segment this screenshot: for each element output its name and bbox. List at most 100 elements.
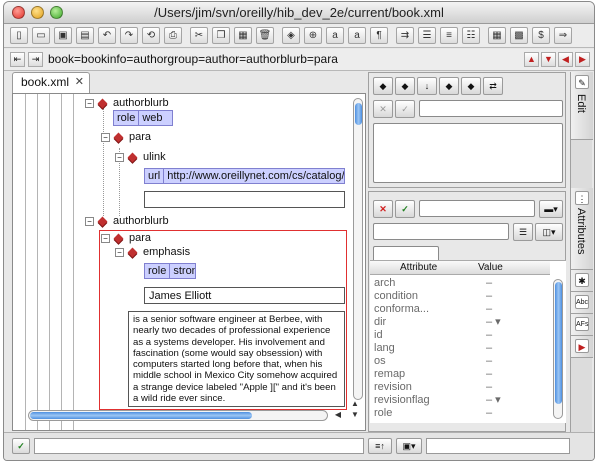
paragraph-icon[interactable]: ¶ [370, 27, 388, 44]
scroll-down-icon[interactable]: ▼ [350, 410, 360, 420]
validate-icon[interactable]: ⇒ [554, 27, 572, 44]
insert-char-icon[interactable]: a [348, 27, 366, 44]
attribute-table-row[interactable]: remap – [370, 368, 550, 381]
tree-node-ulink[interactable]: − ulink [115, 150, 166, 164]
attribute-type-dropdown[interactable]: ▬▾ [539, 200, 563, 218]
collapse-toggle-icon[interactable]: − [115, 247, 124, 257]
tab-book-xml[interactable]: book.xml ✕ [12, 72, 90, 93]
attribute-value[interactable]: – [486, 368, 492, 381]
change-icon[interactable]: a [326, 27, 344, 44]
element-path[interactable]: book=bookinfo=authorgroup=author=authorb… [48, 52, 338, 66]
attribute-value[interactable]: – ▾ [486, 316, 501, 329]
collapse-toggle-icon[interactable]: − [115, 152, 124, 162]
image-icon[interactable]: ▩ [510, 27, 528, 44]
collapse-toggle-icon[interactable]: − [101, 233, 110, 243]
tree-node-authorblurb[interactable]: − authorblurb [85, 214, 169, 228]
new-icon[interactable]: ▯ [10, 27, 28, 44]
sort-order-icon[interactable]: ≡↑ [368, 438, 392, 454]
tree-node-emphasis[interactable]: − emphasis [115, 245, 190, 259]
revert-icon[interactable]: ⟲ [142, 27, 160, 44]
redo-icon[interactable]: ↷ [120, 27, 138, 44]
attribute-value[interactable]: – [486, 355, 492, 368]
wrap-element-icon[interactable]: ◆ [461, 77, 481, 95]
attribute-table-row[interactable]: condition – [370, 290, 550, 303]
attribute-value[interactable]: – [486, 407, 492, 420]
attribute-table-row[interactable]: os – [370, 355, 550, 368]
join-icon[interactable]: ⊕ [304, 27, 322, 44]
attribute-role[interactable]: rolestrong [144, 263, 196, 279]
attribute-value[interactable]: – [486, 277, 492, 290]
checklist-icon[interactable]: ☷ [462, 27, 480, 44]
insert-after-icon[interactable]: ◆ [395, 77, 415, 95]
tab-edit[interactable]: ✎ Edit [571, 72, 593, 140]
attribute-table-row[interactable]: dir – ▾ [370, 316, 550, 329]
cancel-edit-icon[interactable]: ✕ [373, 100, 393, 118]
tree-node-authorblurb[interactable]: − authorblurb [85, 96, 169, 110]
attribute-value[interactable]: – [486, 290, 492, 303]
scroll-left-icon[interactable]: ◀ [333, 410, 343, 420]
insert-child-icon[interactable]: ◆ [439, 77, 459, 95]
tab-validation[interactable]: ▶ [571, 336, 593, 358]
tab-elements[interactable]: ✱ [571, 270, 593, 292]
ulink-text-field[interactable] [144, 191, 345, 208]
collapse-toggle-icon[interactable]: − [101, 132, 110, 142]
attribute-value[interactable]: http://www.oreillynet.com/cs/catalog/vie [164, 169, 344, 183]
spellcheck-icon[interactable]: $ [532, 27, 550, 44]
attribute-table-row[interactable]: arch – [370, 277, 550, 290]
close-tab-icon[interactable]: ✕ [75, 73, 84, 92]
scroll-up-icon[interactable]: ▲ [350, 399, 360, 409]
copy-icon[interactable]: ❐ [212, 27, 230, 44]
path-back-icon[interactable]: ⇤ [10, 52, 25, 67]
attribute-value[interactable]: strong [170, 264, 195, 278]
table-icon[interactable]: ▦ [488, 27, 506, 44]
tree-node-para[interactable]: − para [101, 130, 151, 144]
edit-name-field[interactable] [419, 100, 563, 117]
indent-icon[interactable]: ⇉ [396, 27, 414, 44]
zoom-window-button[interactable] [50, 6, 63, 19]
attribute-role[interactable]: role web [113, 110, 173, 126]
attributes-vertical-scrollbar[interactable] [553, 279, 563, 419]
undo-icon[interactable]: ↶ [98, 27, 116, 44]
cut-icon[interactable]: ✂ [190, 27, 208, 44]
print-icon[interactable]: ⎙ [164, 27, 182, 44]
confirm-edit-icon[interactable]: ✓ [395, 100, 415, 118]
attribute-value[interactable]: – ▾ [486, 394, 501, 407]
attribute-table-row[interactable]: revision – [370, 381, 550, 394]
tab-attributes[interactable]: ⋮ Attributes [571, 188, 593, 270]
bullet-list-icon[interactable]: ☰ [418, 27, 436, 44]
delete-icon[interactable]: 🗑 [256, 27, 274, 44]
save-icon[interactable]: ▣ [54, 27, 72, 44]
attribute-value[interactable]: – [486, 303, 492, 316]
column-header-value[interactable]: Value [478, 261, 503, 275]
path-down-icon[interactable]: ▼ [541, 52, 556, 67]
remove-attribute-icon[interactable]: ✕ [373, 200, 393, 218]
split-icon[interactable]: ◈ [282, 27, 300, 44]
para-text-field[interactable]: is a senior software engineer at Berbee,… [128, 311, 345, 407]
apply-attribute-icon[interactable]: ✓ [395, 200, 415, 218]
tab-find[interactable]: AFs [571, 314, 593, 336]
editor-horizontal-scrollbar[interactable] [28, 410, 328, 421]
numbered-list-icon[interactable]: ≡ [440, 27, 458, 44]
edit-list[interactable] [373, 123, 563, 183]
attribute-value[interactable]: web [139, 111, 165, 125]
editor-vertical-scrollbar[interactable] [353, 98, 363, 400]
move-down-icon[interactable]: ↓ [417, 77, 437, 95]
scrollbar-thumb[interactable] [555, 282, 562, 404]
tab-spelling[interactable]: Abc [571, 292, 593, 314]
path-right-icon[interactable]: ▶ [575, 52, 590, 67]
notes-icon[interactable]: ☰ [513, 223, 533, 241]
attributes-table[interactable]: Attribute Value arch – condition – conforma.… [370, 260, 566, 423]
column-header-attribute[interactable]: Attribute [400, 261, 437, 275]
attribute-value[interactable]: – [486, 329, 492, 342]
path-left-icon[interactable]: ◀ [558, 52, 573, 67]
attribute-value[interactable]: – [486, 342, 492, 355]
path-up-icon[interactable]: ▲ [524, 52, 539, 67]
attribute-table-row[interactable]: revisionflag – ▾ [370, 394, 550, 407]
minimize-window-button[interactable] [31, 6, 44, 19]
emphasis-text-field[interactable]: James Elliott [144, 287, 345, 304]
scrollbar-thumb[interactable] [355, 103, 362, 125]
attribute-table-row[interactable]: role – [370, 407, 550, 420]
attribute-url[interactable]: url http://www.oreillynet.com/cs/catalog/… [144, 168, 345, 184]
attribute-name-field[interactable] [419, 200, 535, 217]
attribute-table-row[interactable]: conforma... – [370, 303, 550, 316]
